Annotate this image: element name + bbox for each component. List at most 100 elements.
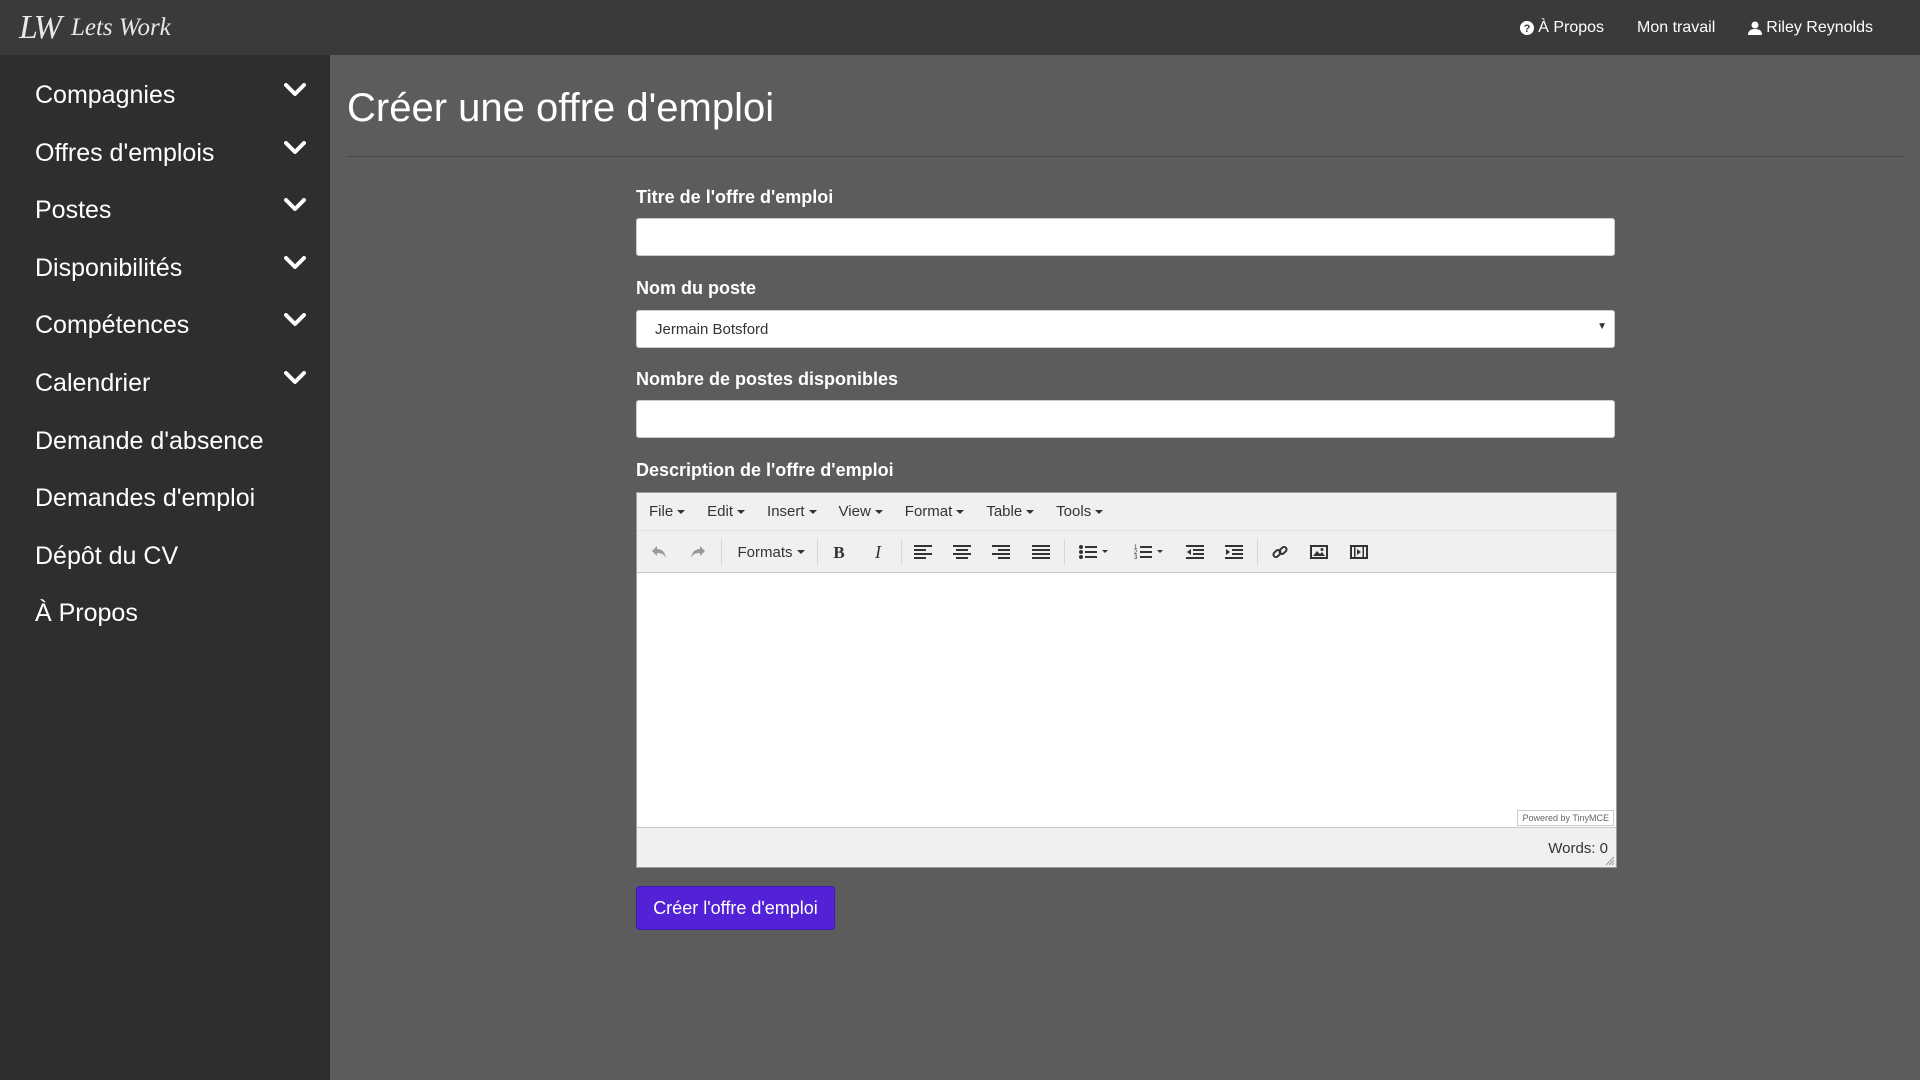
insert-media-button[interactable] [1347, 540, 1371, 564]
caret-down-icon [1026, 509, 1035, 514]
top-navbar: LW Lets Work ? À Propos Mon travail Rile… [0, 0, 1920, 55]
redo-icon [691, 546, 705, 558]
brand-logo: LW [19, 8, 62, 46]
sidebar-item-demandes-emploi[interactable]: Demandes d'emploi [0, 474, 330, 522]
chevron-down-icon [284, 371, 306, 384]
nav-link-about-label: À Propos [1538, 18, 1605, 36]
nav-link-my-work[interactable]: Mon travail [1637, 19, 1715, 37]
powered-by-tinymce[interactable]: Powered by TinyMCE [1517, 810, 1614, 826]
editor-menu-table[interactable]: Table [986, 503, 1035, 520]
numbered-list-button[interactable]: 123 [1128, 540, 1170, 564]
job-title-input[interactable] [636, 218, 1615, 256]
align-justify-icon [1032, 545, 1050, 559]
sidebar-item-label: Compagnies [35, 80, 176, 109]
indent-icon [1225, 545, 1243, 559]
svg-text:?: ? [1524, 23, 1531, 35]
toolbar-separator [721, 539, 722, 565]
sidebar: Compagnies Offres d'emplois Postes Dispo… [0, 55, 330, 1080]
chevron-down-icon [284, 83, 306, 96]
bullet-list-icon [1079, 545, 1108, 559]
sidebar-item-calendrier[interactable]: Calendrier [0, 359, 330, 407]
align-right-button[interactable] [989, 540, 1013, 564]
nav-link-user[interactable]: Riley Reynolds [1748, 19, 1873, 37]
position-label: Nom du poste [636, 278, 756, 298]
bold-button[interactable]: B [827, 540, 851, 564]
editor-menu-view[interactable]: View [839, 503, 883, 520]
align-justify-button[interactable] [1029, 540, 1053, 564]
brand-name: Lets Work [70, 13, 171, 41]
caret-down-icon [737, 509, 746, 514]
editor-menu-label: Table [986, 503, 1023, 520]
sidebar-item-label: À Propos [35, 598, 138, 627]
svg-text:I: I [874, 544, 882, 560]
align-right-icon [992, 545, 1010, 559]
page-title: Créer une offre d'emploi [347, 86, 775, 130]
bold-icon: B [833, 544, 844, 560]
editor-menu-label: Tools [1056, 503, 1092, 520]
italic-icon: I [874, 544, 882, 560]
bullet-list-button[interactable] [1073, 540, 1115, 564]
caret-down-icon [956, 509, 965, 514]
sidebar-item-competences[interactable]: Compétences [0, 301, 330, 349]
caret-down-icon [677, 509, 686, 514]
indent-button[interactable] [1222, 540, 1246, 564]
editor-menubar: File Edit Insert View Format Table Tools [637, 493, 1616, 531]
toolbar-separator [901, 539, 902, 565]
sidebar-item-label: Demande d'absence [35, 426, 264, 455]
sidebar-item-offres[interactable]: Offres d'emplois [0, 129, 330, 177]
openings-count-input[interactable] [636, 400, 1615, 438]
editor-menu-label: View [838, 503, 871, 520]
align-center-button[interactable] [950, 540, 974, 564]
chevron-down-icon [284, 141, 306, 154]
outdent-icon [1186, 545, 1204, 559]
chevron-down-icon [284, 198, 306, 211]
editor-menu-tools[interactable]: Tools [1056, 503, 1104, 520]
image-icon [1310, 545, 1328, 559]
svg-text:3: 3 [1134, 555, 1138, 560]
sidebar-item-a-propos[interactable]: À Propos [0, 589, 330, 637]
nav-link-about[interactable]: ? À Propos [1520, 19, 1604, 37]
description-editor: File Edit Insert View Format Table Tools… [636, 492, 1617, 868]
create-job-offer-button[interactable]: Créer l'offre d'emploi [636, 886, 835, 930]
editor-menu-format[interactable]: Format [905, 503, 965, 520]
word-count: Words: 0 [1548, 840, 1608, 857]
editor-menu-edit[interactable]: Edit [707, 503, 746, 520]
sidebar-item-compagnies[interactable]: Compagnies [0, 71, 330, 119]
resize-handle-icon[interactable] [1605, 856, 1615, 866]
insert-link-button[interactable] [1268, 540, 1292, 564]
chevron-down-icon [284, 313, 306, 326]
caret-down-icon [1095, 509, 1104, 514]
editor-content-area[interactable] [637, 573, 1616, 820]
caret-down-icon [796, 550, 805, 554]
insert-image-button[interactable] [1307, 540, 1331, 564]
formats-dropdown[interactable]: Formats [732, 540, 810, 564]
link-icon [1272, 545, 1288, 559]
italic-button[interactable]: I [866, 540, 890, 564]
sidebar-item-label: Calendrier [35, 368, 151, 397]
caret-down-icon [808, 509, 817, 514]
sidebar-item-disponibilites[interactable]: Disponibilités [0, 244, 330, 292]
caret-down-icon [874, 509, 883, 514]
editor-menu-label: File [649, 503, 674, 520]
align-center-icon [953, 545, 971, 559]
sidebar-item-depot-cv[interactable]: Dépôt du CV [0, 532, 330, 580]
undo-icon [652, 546, 666, 558]
editor-menu-label: Insert [767, 503, 805, 520]
editor-menu-file[interactable]: File [649, 503, 686, 520]
align-left-button[interactable] [911, 540, 935, 564]
sidebar-item-postes[interactable]: Postes [0, 186, 330, 234]
editor-menu-insert[interactable]: Insert [767, 503, 817, 520]
title-divider [347, 156, 1903, 157]
outdent-button[interactable] [1183, 540, 1207, 564]
openings-count-label: Nombre de postes disponibles [636, 369, 899, 389]
sidebar-item-label: Offres d'emplois [35, 138, 215, 167]
question-circle-icon: ? [1520, 20, 1535, 35]
undo-button[interactable] [647, 540, 671, 564]
sidebar-item-demande-absence[interactable]: Demande d'absence [0, 417, 330, 465]
caret-down-icon: ▼ [1597, 321, 1607, 332]
position-select[interactable]: Jermain Botsford ▼ [636, 310, 1615, 348]
brand[interactable]: LW Lets Work [19, 9, 171, 47]
redo-button[interactable] [686, 540, 710, 564]
job-title-label: Titre de l'offre d'emploi [636, 187, 834, 207]
toolbar-separator [817, 539, 818, 565]
